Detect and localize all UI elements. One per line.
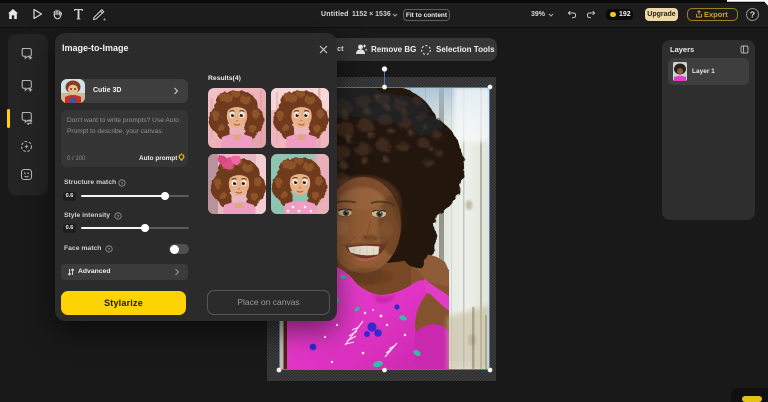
svg-text:?: ? <box>108 247 111 252</box>
svg-text:?: ? <box>121 181 124 186</box>
svg-text:?: ? <box>750 10 755 20</box>
svg-text:?: ? <box>117 214 120 219</box>
